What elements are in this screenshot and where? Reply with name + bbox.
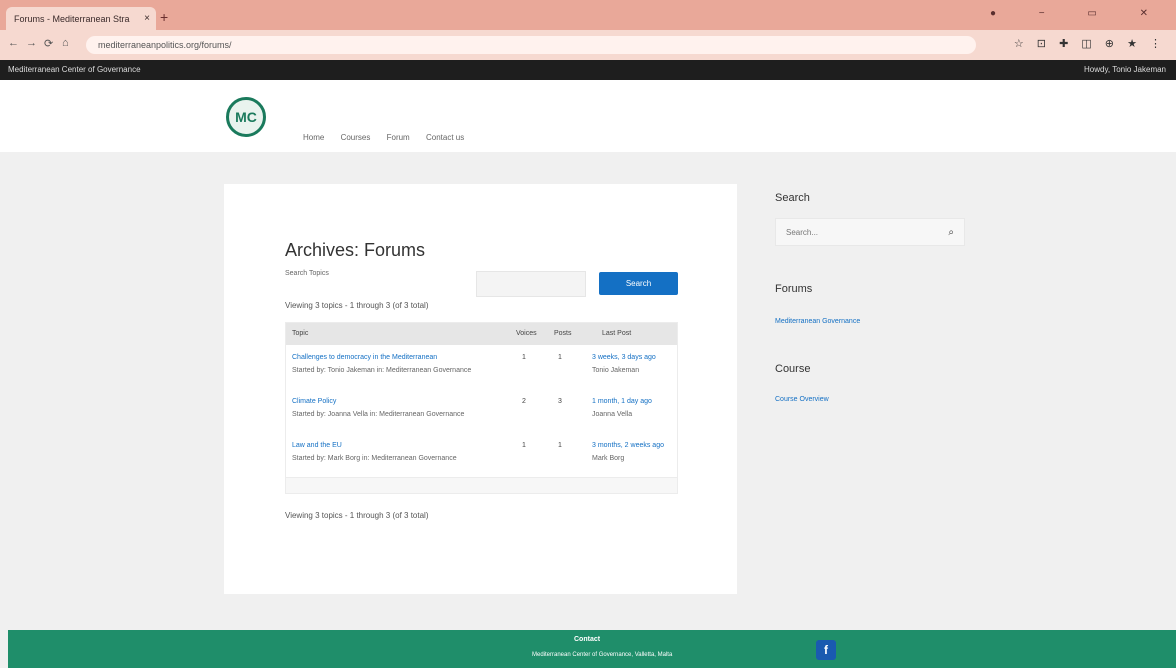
- close-tab-icon[interactable]: ×: [144, 13, 150, 24]
- page-title: Archives: Forums: [285, 240, 426, 260]
- posts-count: 1: [558, 442, 562, 449]
- forum-search-input[interactable]: [476, 271, 586, 297]
- admin-site-name[interactable]: Mediterranean Center of Governance: [8, 65, 141, 74]
- topic-link[interactable]: Challenges to democracy in the Mediterra…: [292, 354, 437, 361]
- footer-text: Mediterranean Center of Governance, Vall…: [532, 652, 673, 658]
- url-field[interactable]: mediterraneanpolitics.org/forums/: [86, 36, 976, 54]
- sidebar-search-title: Search: [775, 192, 810, 204]
- search-icon[interactable]: ⌕: [948, 219, 954, 247]
- last-post-link[interactable]: 3 weeks, 3 days ago: [592, 354, 656, 361]
- topic-link[interactable]: Climate Policy: [292, 398, 336, 405]
- sidebar-forum-link[interactable]: Mediterranean Governance: [775, 318, 860, 325]
- voices-count: 1: [522, 442, 526, 449]
- forum-search-button[interactable]: Search: [599, 272, 678, 295]
- browser-tab-bar: Forums - Mediterranean Stra × + ● − ▭ ✕: [0, 0, 1176, 30]
- site-footer: Contact Mediterranean Center of Governan…: [8, 630, 1176, 668]
- voices-count: 1: [522, 354, 526, 361]
- nav-courses[interactable]: Courses: [341, 133, 371, 142]
- back-icon[interactable]: ←: [8, 37, 19, 49]
- table-row: Climate Policy Started by: Joanna Vella …: [286, 389, 677, 434]
- voices-count: 2: [522, 398, 526, 405]
- header-posts: Posts: [554, 330, 572, 337]
- header-voices: Voices: [516, 330, 537, 337]
- header-last-post: Last Post: [602, 330, 632, 337]
- viewing-count-bottom: Viewing 3 topics - 1 through 3 (of 3 tot…: [285, 511, 429, 520]
- sidebar-search-input[interactable]: Search... ⌕: [775, 218, 965, 246]
- footer-title: Contact: [574, 636, 601, 643]
- nav-home[interactable]: Home: [303, 133, 324, 142]
- content-card: Archives: Forums Search Topics Search Vi…: [224, 184, 737, 594]
- topics-table: Topic Voices Posts Last Post Challenges …: [285, 322, 678, 494]
- viewing-count-top: Viewing 3 topics - 1 through 3 (of 3 tot…: [285, 301, 429, 310]
- facebook-icon[interactable]: f: [816, 640, 836, 660]
- extension-icons[interactable]: ☆ ⊡ ✚ ◫ ⊕ ★ ⋮: [1014, 37, 1166, 50]
- last-post-author[interactable]: Tonio Jakeman: [592, 367, 639, 374]
- sidebar-course-link[interactable]: Course Overview: [775, 396, 829, 403]
- sidebar-course-title: Course: [775, 363, 811, 375]
- nav-forum[interactable]: Forum: [387, 133, 410, 142]
- topic-meta: Started by: Joanna Vella in: Mediterrane…: [292, 411, 465, 418]
- admin-howdy[interactable]: Howdy, Tonio Jakeman: [1084, 65, 1166, 74]
- last-post-author[interactable]: Mark Borg: [592, 455, 624, 462]
- window-controls[interactable]: ● − ▭ ✕: [990, 8, 1168, 19]
- site-header: MC Home Courses Forum Contact us: [0, 80, 1176, 152]
- address-bar: ← → ⟳ ⌂ mediterraneanpolitics.org/forums…: [0, 30, 1176, 60]
- last-post-author[interactable]: Joanna Vella: [592, 411, 632, 418]
- sidebar-forums-title: Forums: [775, 283, 813, 295]
- table-row: Challenges to democracy in the Mediterra…: [286, 345, 677, 390]
- site-logo[interactable]: MC: [226, 97, 266, 137]
- last-post-link[interactable]: 1 month, 1 day ago: [592, 398, 652, 405]
- new-tab-icon[interactable]: +: [160, 9, 168, 25]
- nav-contact[interactable]: Contact us: [426, 133, 464, 142]
- sidebar-search-placeholder: Search...: [786, 228, 819, 237]
- forward-icon[interactable]: →: [26, 37, 37, 49]
- header-topic: Topic: [292, 330, 309, 337]
- topic-meta: Started by: Mark Borg in: Mediterranean …: [292, 455, 457, 462]
- browser-tab[interactable]: Forums - Mediterranean Stra ×: [6, 7, 156, 30]
- topic-link[interactable]: Law and the EU: [292, 442, 342, 449]
- reload-icon[interactable]: ⟳: [44, 37, 53, 50]
- posts-count: 1: [558, 354, 562, 361]
- last-post-link[interactable]: 3 months, 2 weeks ago: [592, 442, 664, 449]
- table-row: Law and the EU Started by: Mark Borg in:…: [286, 433, 677, 478]
- table-header: Topic Voices Posts Last Post: [286, 323, 677, 345]
- tab-title: Forums - Mediterranean Stra: [14, 13, 130, 24]
- main-nav: Home Courses Forum Contact us: [303, 133, 478, 142]
- search-label: Search Topics: [285, 270, 329, 277]
- posts-count: 3: [558, 398, 562, 405]
- topic-meta: Started by: Tonio Jakeman in: Mediterran…: [292, 367, 472, 374]
- home-icon[interactable]: ⌂: [62, 37, 69, 49]
- wp-admin-bar: Mediterranean Center of Governance Howdy…: [0, 60, 1176, 80]
